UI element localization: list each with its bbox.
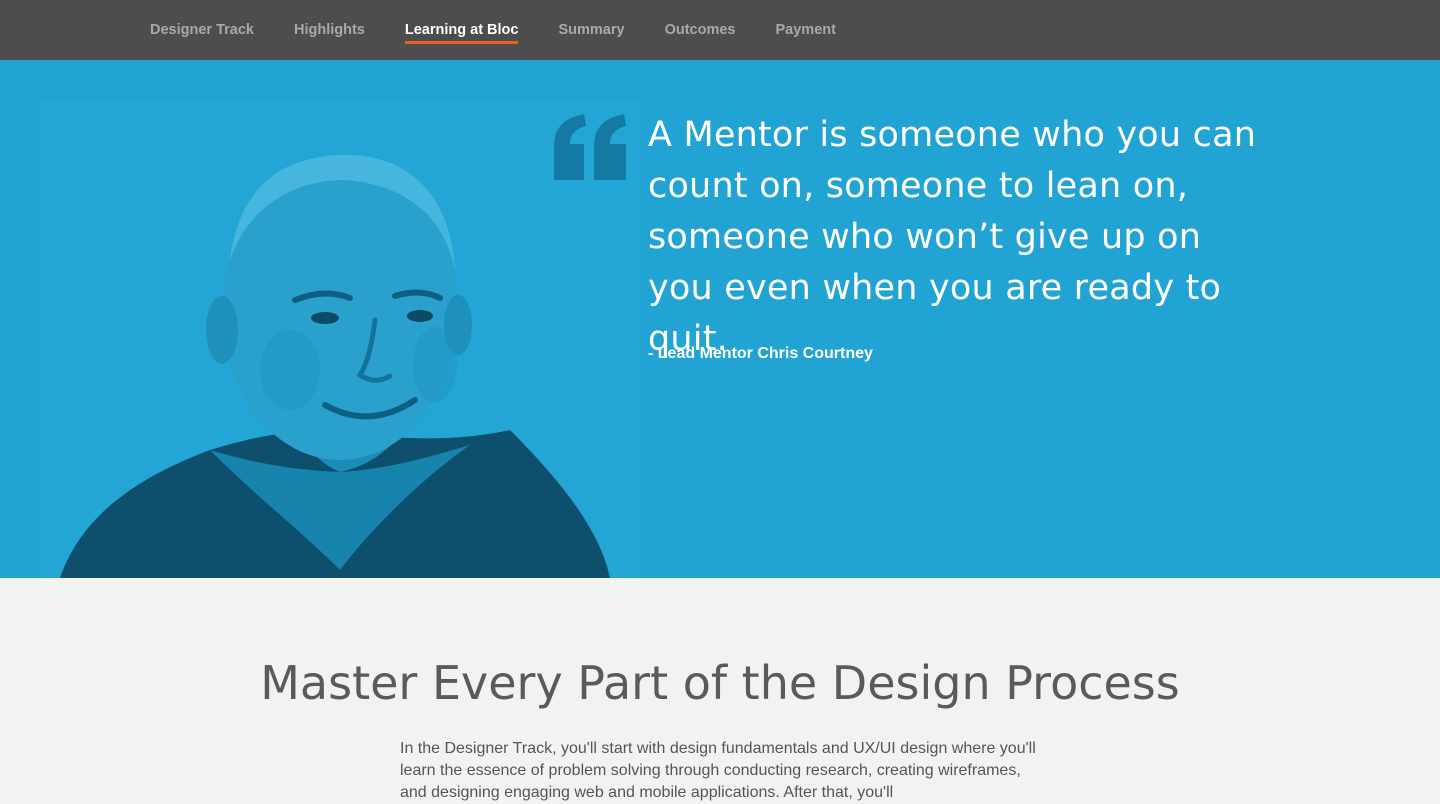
nav-list: Designer Track Highlights Learning at Bl… <box>150 0 876 60</box>
nav-item-learning-at-bloc[interactable]: Learning at Bloc <box>404 0 518 60</box>
nav-item-payment[interactable]: Payment <box>776 0 836 60</box>
nav-item-outcomes[interactable]: Outcomes <box>665 0 736 60</box>
mentor-quote: A Mentor is someone who you can count on… <box>648 115 1257 359</box>
section-description: In the Designer Track, you'll start with… <box>400 740 1036 801</box>
mentor-quote-hero: A Mentor is someone who you can count on… <box>0 60 1440 578</box>
nav-item-highlights[interactable]: Highlights <box>294 0 365 60</box>
top-navigation: Designer Track Highlights Learning at Bl… <box>0 0 1440 60</box>
section-title: Master Every Part of the Design Process <box>260 656 1180 710</box>
nav-item-designer-track[interactable]: Designer Track <box>150 0 254 60</box>
nav-item-summary[interactable]: Summary <box>558 0 624 60</box>
design-process-section: Master Every Part of the Design Process … <box>0 578 1440 803</box>
mentor-portrait <box>40 100 640 578</box>
quote-attribution: - Lead Mentor Chris Courtney <box>648 345 873 362</box>
quote-mark-icon <box>554 114 626 180</box>
